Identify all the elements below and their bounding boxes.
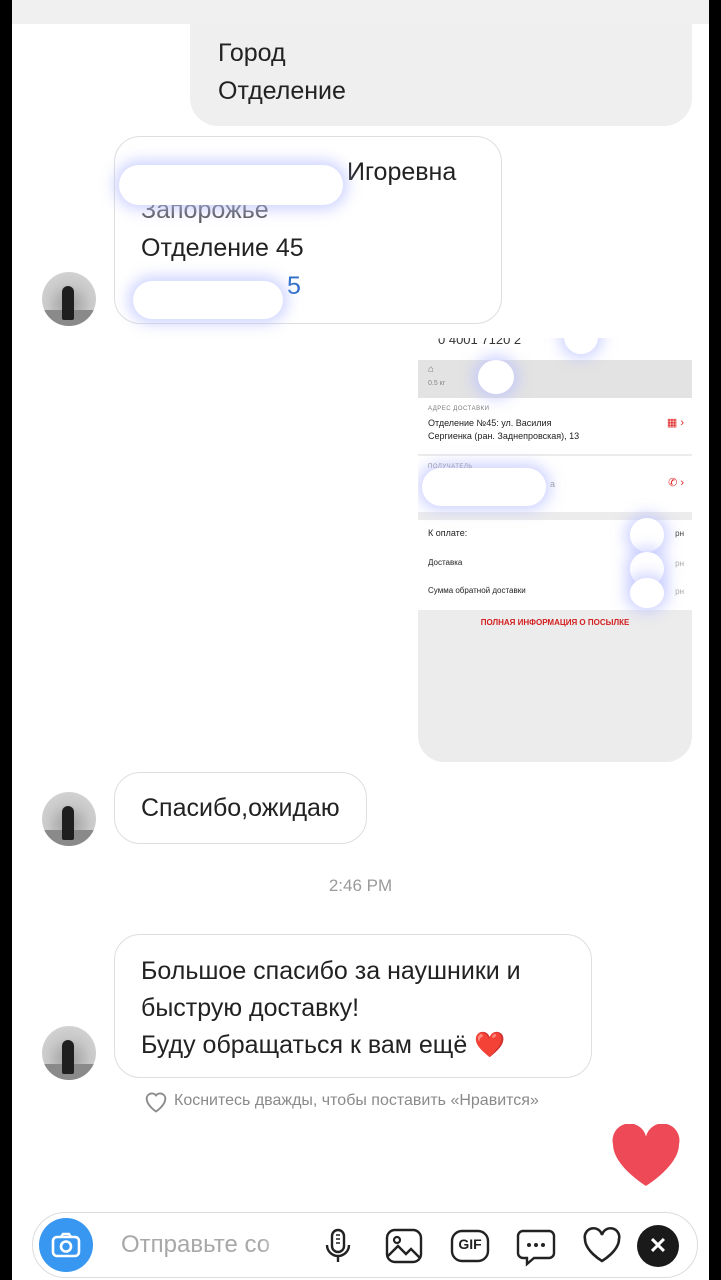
gif-button[interactable]: GIF: [449, 1225, 491, 1267]
message-composer: Отправьте со GIF ✕: [32, 1212, 698, 1278]
hint-text: Коснитесь дважды, чтобы поставить «Нрави…: [174, 1092, 539, 1110]
screenshot-header: ⌂ 0.5 кг: [418, 360, 692, 398]
gallery-icon[interactable]: [383, 1225, 425, 1267]
avatar[interactable]: [42, 272, 96, 326]
map-icon: ▦ ›: [666, 417, 684, 429]
screenshot-top: 0 4001 7120 2: [418, 338, 692, 360]
heart-outline-icon: [145, 1092, 167, 1113]
message-timestamp: 2:46 PM: [328, 876, 393, 895]
redaction-phone: [133, 281, 283, 319]
address-phone-visible: 5: [287, 272, 301, 300]
outgoing-message-form[interactable]: Город Отделение: [190, 24, 692, 126]
shared-screenshot-image[interactable]: 0 4001 7120 2 ⌂ 0.5 кг АДРЕС ДОСТАВКИ От…: [418, 338, 692, 762]
top-strip: [12, 0, 709, 24]
cod-row-value: рн: [675, 587, 684, 596]
sticker-icon[interactable]: [515, 1225, 557, 1267]
delivery-line1: Отделение №45: ул. Василия: [428, 418, 552, 428]
avatar[interactable]: [42, 1026, 96, 1080]
chat-screen: Город Отделение Игоревна Запорожье Отдел…: [12, 0, 709, 1280]
microphone-icon[interactable]: [317, 1225, 359, 1267]
address-name-visible: Игоревна: [347, 158, 457, 186]
close-icon: ✕: [648, 1233, 668, 1258]
address-branch: Отделение 45: [141, 234, 304, 262]
payment-row-value: рн: [675, 529, 684, 538]
heart-emoji: ❤️: [474, 1031, 506, 1059]
heart-icon[interactable]: [581, 1225, 623, 1267]
screenshot-delivery-card: АДРЕС ДОСТАВКИ Отделение №45: ул. Васили…: [418, 398, 692, 454]
gif-label: GIF: [458, 1236, 482, 1252]
recipient-tail: а: [550, 479, 556, 489]
form-line-branch: Отделение: [218, 77, 346, 105]
avatar[interactable]: [42, 792, 96, 846]
delivery-line2: Сергиенка (ран. Заднепровская), 13: [428, 431, 580, 441]
camera-button[interactable]: [39, 1218, 93, 1272]
phone-icon: ✆ ›: [668, 477, 684, 489]
redaction-header: [478, 360, 514, 394]
incoming-message-thanks[interactable]: Большое спасибо за наушники и быструю до…: [114, 934, 592, 1078]
delivery-caption: АДРЕС ДОСТАВКИ: [428, 406, 490, 412]
parcel-icon: ⌂: [428, 364, 435, 375]
form-line-city: Город: [218, 39, 286, 67]
message-input[interactable]: Отправьте со: [121, 1231, 291, 1259]
thanks-line3-wrap: Буду обращаться к вам ещё ❤️: [141, 1027, 591, 1064]
redaction-name: [119, 165, 343, 205]
camera-icon: [51, 1232, 81, 1258]
thanks-line1: Большое спасибо за наушники и: [141, 957, 521, 985]
screenshot-weight: 0.5 кг: [428, 380, 446, 387]
thanks-line2: быструю доставку!: [141, 994, 360, 1022]
redaction-amount1: [630, 518, 664, 552]
double-tap-like-hint: Коснитесь дважды, чтобы поставить «Нрави…: [142, 1088, 539, 1114]
incoming-message-reply[interactable]: Спасибо,ожидаю: [114, 772, 367, 844]
incoming-message-address[interactable]: Игоревна Запорожье Отделение 45 5: [114, 136, 502, 324]
cod-row-label: Сумма обратной доставки: [428, 586, 526, 595]
close-button[interactable]: ✕: [637, 1225, 679, 1267]
delivery-row-value: рн: [675, 559, 684, 568]
thanks-line3: Буду обращаться к вам ещё: [141, 1031, 468, 1059]
delivery-row-label: Доставка: [428, 558, 463, 567]
full-info-link: ПОЛНАЯ ИНФОРМАЦИЯ О ПОСЫЛКЕ: [480, 618, 630, 627]
redaction-amount3: [630, 578, 664, 608]
screenshot-tracking-partial: 0 4001 7120 2: [438, 338, 522, 347]
redaction-recipient: [422, 468, 546, 506]
payment-row-label: К оплате:: [428, 528, 468, 538]
like-heart-icon[interactable]: [610, 1124, 682, 1188]
